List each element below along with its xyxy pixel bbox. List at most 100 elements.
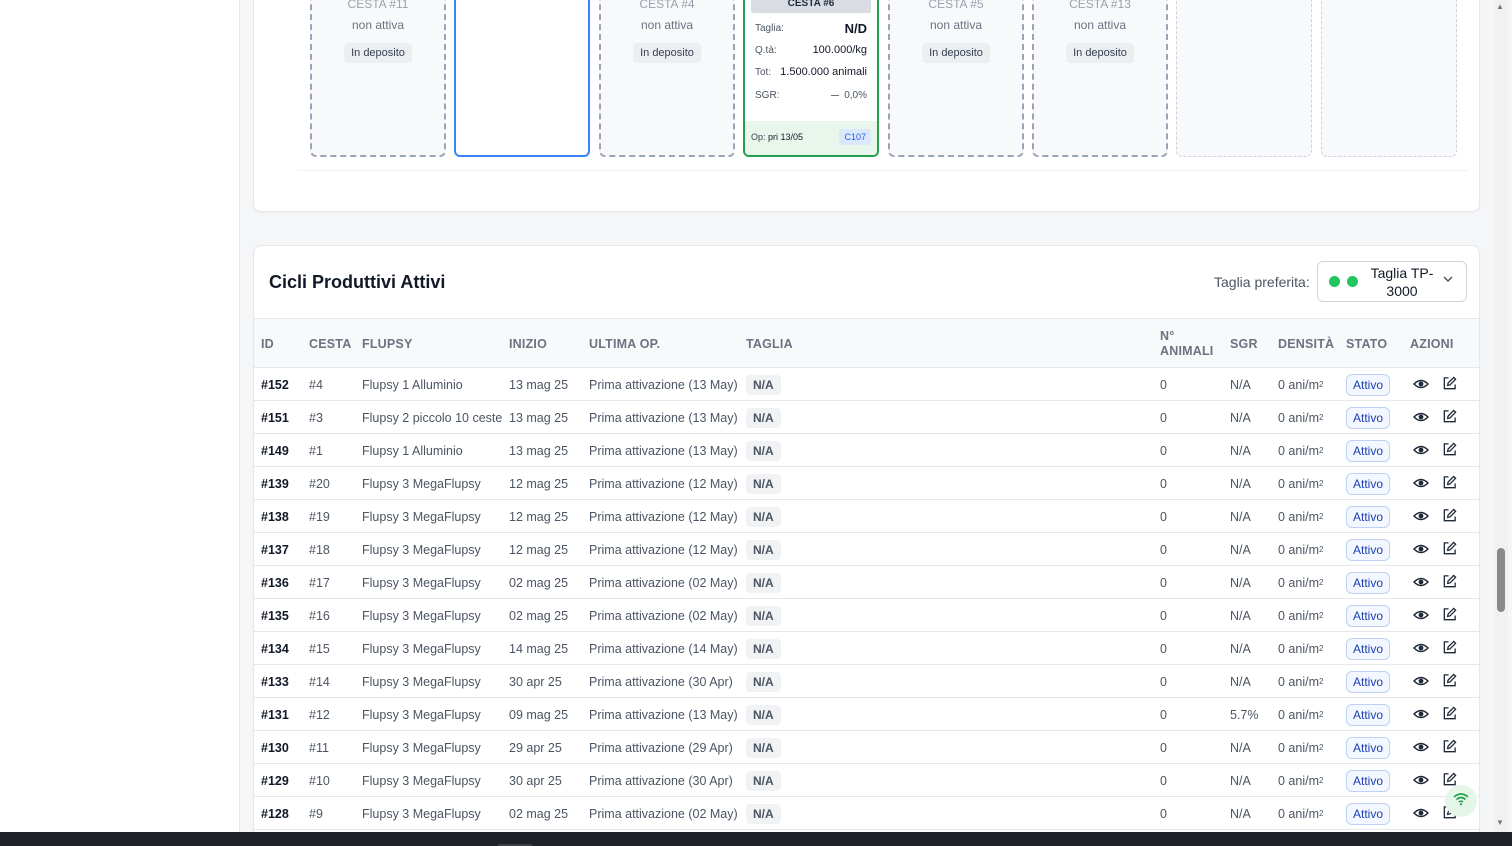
edit-icon[interactable] <box>1442 607 1458 623</box>
cell-animali: 0 <box>1160 509 1167 524</box>
eye-icon[interactable] <box>1412 706 1430 722</box>
column-header-sgr[interactable]: SGR <box>1230 319 1258 369</box>
basket-card[interactable]: CESTA #5 non attiva In deposito <box>888 0 1024 157</box>
basket-status: non attiva <box>351 18 405 32</box>
preferred-size-select[interactable]: Taglia TP- 3000 <box>1317 261 1467 302</box>
eye-icon[interactable] <box>1412 739 1430 755</box>
status-badge: Attivo <box>1346 406 1391 429</box>
column-header-taglia[interactable]: TAGLIA <box>746 319 793 369</box>
cell-cesta: #1 <box>309 443 323 458</box>
table-row[interactable]: #137 #18 Flupsy 3 MegaFlupsy 12 mag 25 Prima… <box>254 533 1479 566</box>
cell-cesta: #9 <box>309 806 323 821</box>
edit-icon[interactable] <box>1442 475 1458 491</box>
cell-inizio: 13 mag 25 <box>509 410 569 425</box>
edit-icon[interactable] <box>1442 376 1458 392</box>
eye-icon[interactable] <box>1412 376 1430 392</box>
column-header-animali-line2: ANIMALI <box>1160 344 1214 358</box>
table-row[interactable]: #134 #15 Flupsy 3 MegaFlupsy 14 mag 25 Prima… <box>254 632 1479 665</box>
edit-icon[interactable] <box>1442 541 1458 557</box>
table-row[interactable]: #130 #11 Flupsy 3 MegaFlupsy 29 apr 25 Prima… <box>254 731 1479 764</box>
vertical-scrollbar[interactable]: ▲ ▼ <box>1494 0 1508 832</box>
eye-icon[interactable] <box>1412 574 1430 590</box>
cell-inizio: 30 apr 25 <box>509 773 562 788</box>
cell-ultima-op: Prima attivazione (13 May) <box>589 410 738 425</box>
eye-icon[interactable] <box>1412 607 1430 623</box>
size-badge: N/A <box>746 440 781 461</box>
basket-card-selected[interactable] <box>454 0 590 157</box>
column-header-stato[interactable]: STATO <box>1346 319 1387 369</box>
status-badge: Attivo <box>1346 670 1391 693</box>
eye-icon[interactable] <box>1412 805 1430 821</box>
table-row[interactable]: #139 #20 Flupsy 3 MegaFlupsy 12 mag 25 Prima… <box>254 467 1479 500</box>
table-row[interactable]: #133 #14 Flupsy 3 MegaFlupsy 30 apr 25 Prima… <box>254 665 1479 698</box>
basket-card-active[interactable]: CESTA #6 Taglia: N/D Q.tà: 100.000/kg To… <box>743 0 879 157</box>
cell-ultima-op: Prima attivazione (12 May) <box>589 509 738 524</box>
eye-icon[interactable] <box>1412 508 1430 524</box>
table-row[interactable]: #138 #19 Flupsy 3 MegaFlupsy 12 mag 25 Prima… <box>254 500 1479 533</box>
cell-taglia: N/A <box>746 500 781 533</box>
eye-icon[interactable] <box>1412 772 1430 788</box>
cell-sgr: N/A <box>1230 674 1251 689</box>
edit-icon[interactable] <box>1442 442 1458 458</box>
edit-icon[interactable] <box>1442 409 1458 425</box>
cell-id: #135 <box>261 608 289 623</box>
scroll-up-arrow-icon[interactable]: ▲ <box>1496 2 1504 11</box>
cell-sgr: N/A <box>1230 575 1251 590</box>
scroll-down-arrow-icon[interactable]: ▼ <box>1496 818 1504 827</box>
basket-footer: Op: pri 13/05 C107 <box>745 121 877 155</box>
connection-status-button[interactable] <box>1445 785 1477 817</box>
column-header-inizio[interactable]: INIZIO <box>509 319 547 369</box>
basket-location-badge: In deposito <box>344 43 412 63</box>
density-value: 0 ani/m <box>1278 476 1319 491</box>
table-row[interactable]: #129 #10 Flupsy 3 MegaFlupsy 30 apr 25 Prima… <box>254 764 1479 797</box>
table-row[interactable]: #151 #3 Flupsy 2 piccolo 10 ceste 13 mag 25… <box>254 401 1479 434</box>
cell-ultima-op: Prima attivazione (29 Apr) <box>589 740 733 755</box>
column-header-cesta[interactable]: CESTA <box>309 319 351 369</box>
basket-slot-empty[interactable] <box>1176 0 1312 157</box>
table-row[interactable]: #135 #16 Flupsy 3 MegaFlupsy 02 mag 25 Prima… <box>254 599 1479 632</box>
table-row[interactable]: #136 #17 Flupsy 3 MegaFlupsy 02 mag 25 Prima… <box>254 566 1479 599</box>
edit-icon[interactable] <box>1442 574 1458 590</box>
column-header-ultima-op[interactable]: ULTIMA OP. <box>589 319 660 369</box>
eye-icon[interactable] <box>1412 442 1430 458</box>
eye-icon[interactable] <box>1412 409 1430 425</box>
cell-inizio: 30 apr 25 <box>509 674 562 689</box>
basket-card[interactable]: CESTA #11 non attiva In deposito <box>310 0 446 157</box>
status-badge: Attivo <box>1346 472 1391 495</box>
cell-sgr: N/A <box>1230 608 1251 623</box>
status-dot-icon <box>1347 276 1358 287</box>
status-badge: Attivo <box>1346 703 1391 726</box>
basket-card[interactable]: CESTA #13 non attiva In deposito <box>1032 0 1168 157</box>
edit-icon[interactable] <box>1442 640 1458 656</box>
scrollbar-thumb[interactable] <box>1497 548 1505 612</box>
basket-card[interactable]: CESTA #4 non attiva In deposito <box>599 0 735 157</box>
eye-icon[interactable] <box>1412 475 1430 491</box>
cell-densita: 0 ani/m 2 <box>1278 509 1324 524</box>
section-title: Cicli Produttivi Attivi <box>269 272 446 292</box>
eye-icon[interactable] <box>1412 673 1430 689</box>
column-header-id[interactable]: ID <box>261 319 274 369</box>
edit-icon[interactable] <box>1442 673 1458 689</box>
flat-trend-icon <box>831 95 840 96</box>
table-row[interactable]: #131 #12 Flupsy 3 MegaFlupsy 09 mag 25 Prima… <box>254 698 1479 731</box>
table-row[interactable]: #152 #4 Flupsy 1 Alluminio 13 mag 25 Prima a… <box>254 368 1479 401</box>
table-row[interactable]: #128 #9 Flupsy 3 MegaFlupsy 02 mag 25 Prima … <box>254 797 1479 830</box>
edit-icon[interactable] <box>1442 706 1458 722</box>
edit-icon[interactable] <box>1442 508 1458 524</box>
edit-icon[interactable] <box>1442 739 1458 755</box>
eye-icon[interactable] <box>1412 541 1430 557</box>
cell-id: #138 <box>261 509 289 524</box>
table-row[interactable]: #149 #1 Flupsy 1 Alluminio 13 mag 25 Prima a… <box>254 434 1479 467</box>
cell-taglia: N/A <box>746 566 781 599</box>
eye-icon[interactable] <box>1412 640 1430 656</box>
column-header-flupsy[interactable]: FLUPSY <box>362 319 413 369</box>
column-header-densita[interactable]: DENSITÀ <box>1278 319 1334 369</box>
basket-slot-empty[interactable] <box>1321 0 1457 157</box>
cycle-code-badge[interactable]: C107 <box>839 129 871 145</box>
cell-id: #151 <box>261 410 289 425</box>
size-badge: N/A <box>746 473 781 494</box>
cell-stato: Attivo <box>1346 731 1391 764</box>
cell-flupsy: Flupsy 3 MegaFlupsy <box>362 509 481 524</box>
size-badge: N/A <box>746 737 781 758</box>
column-header-animali[interactable]: N° ANIMALI <box>1160 319 1213 369</box>
